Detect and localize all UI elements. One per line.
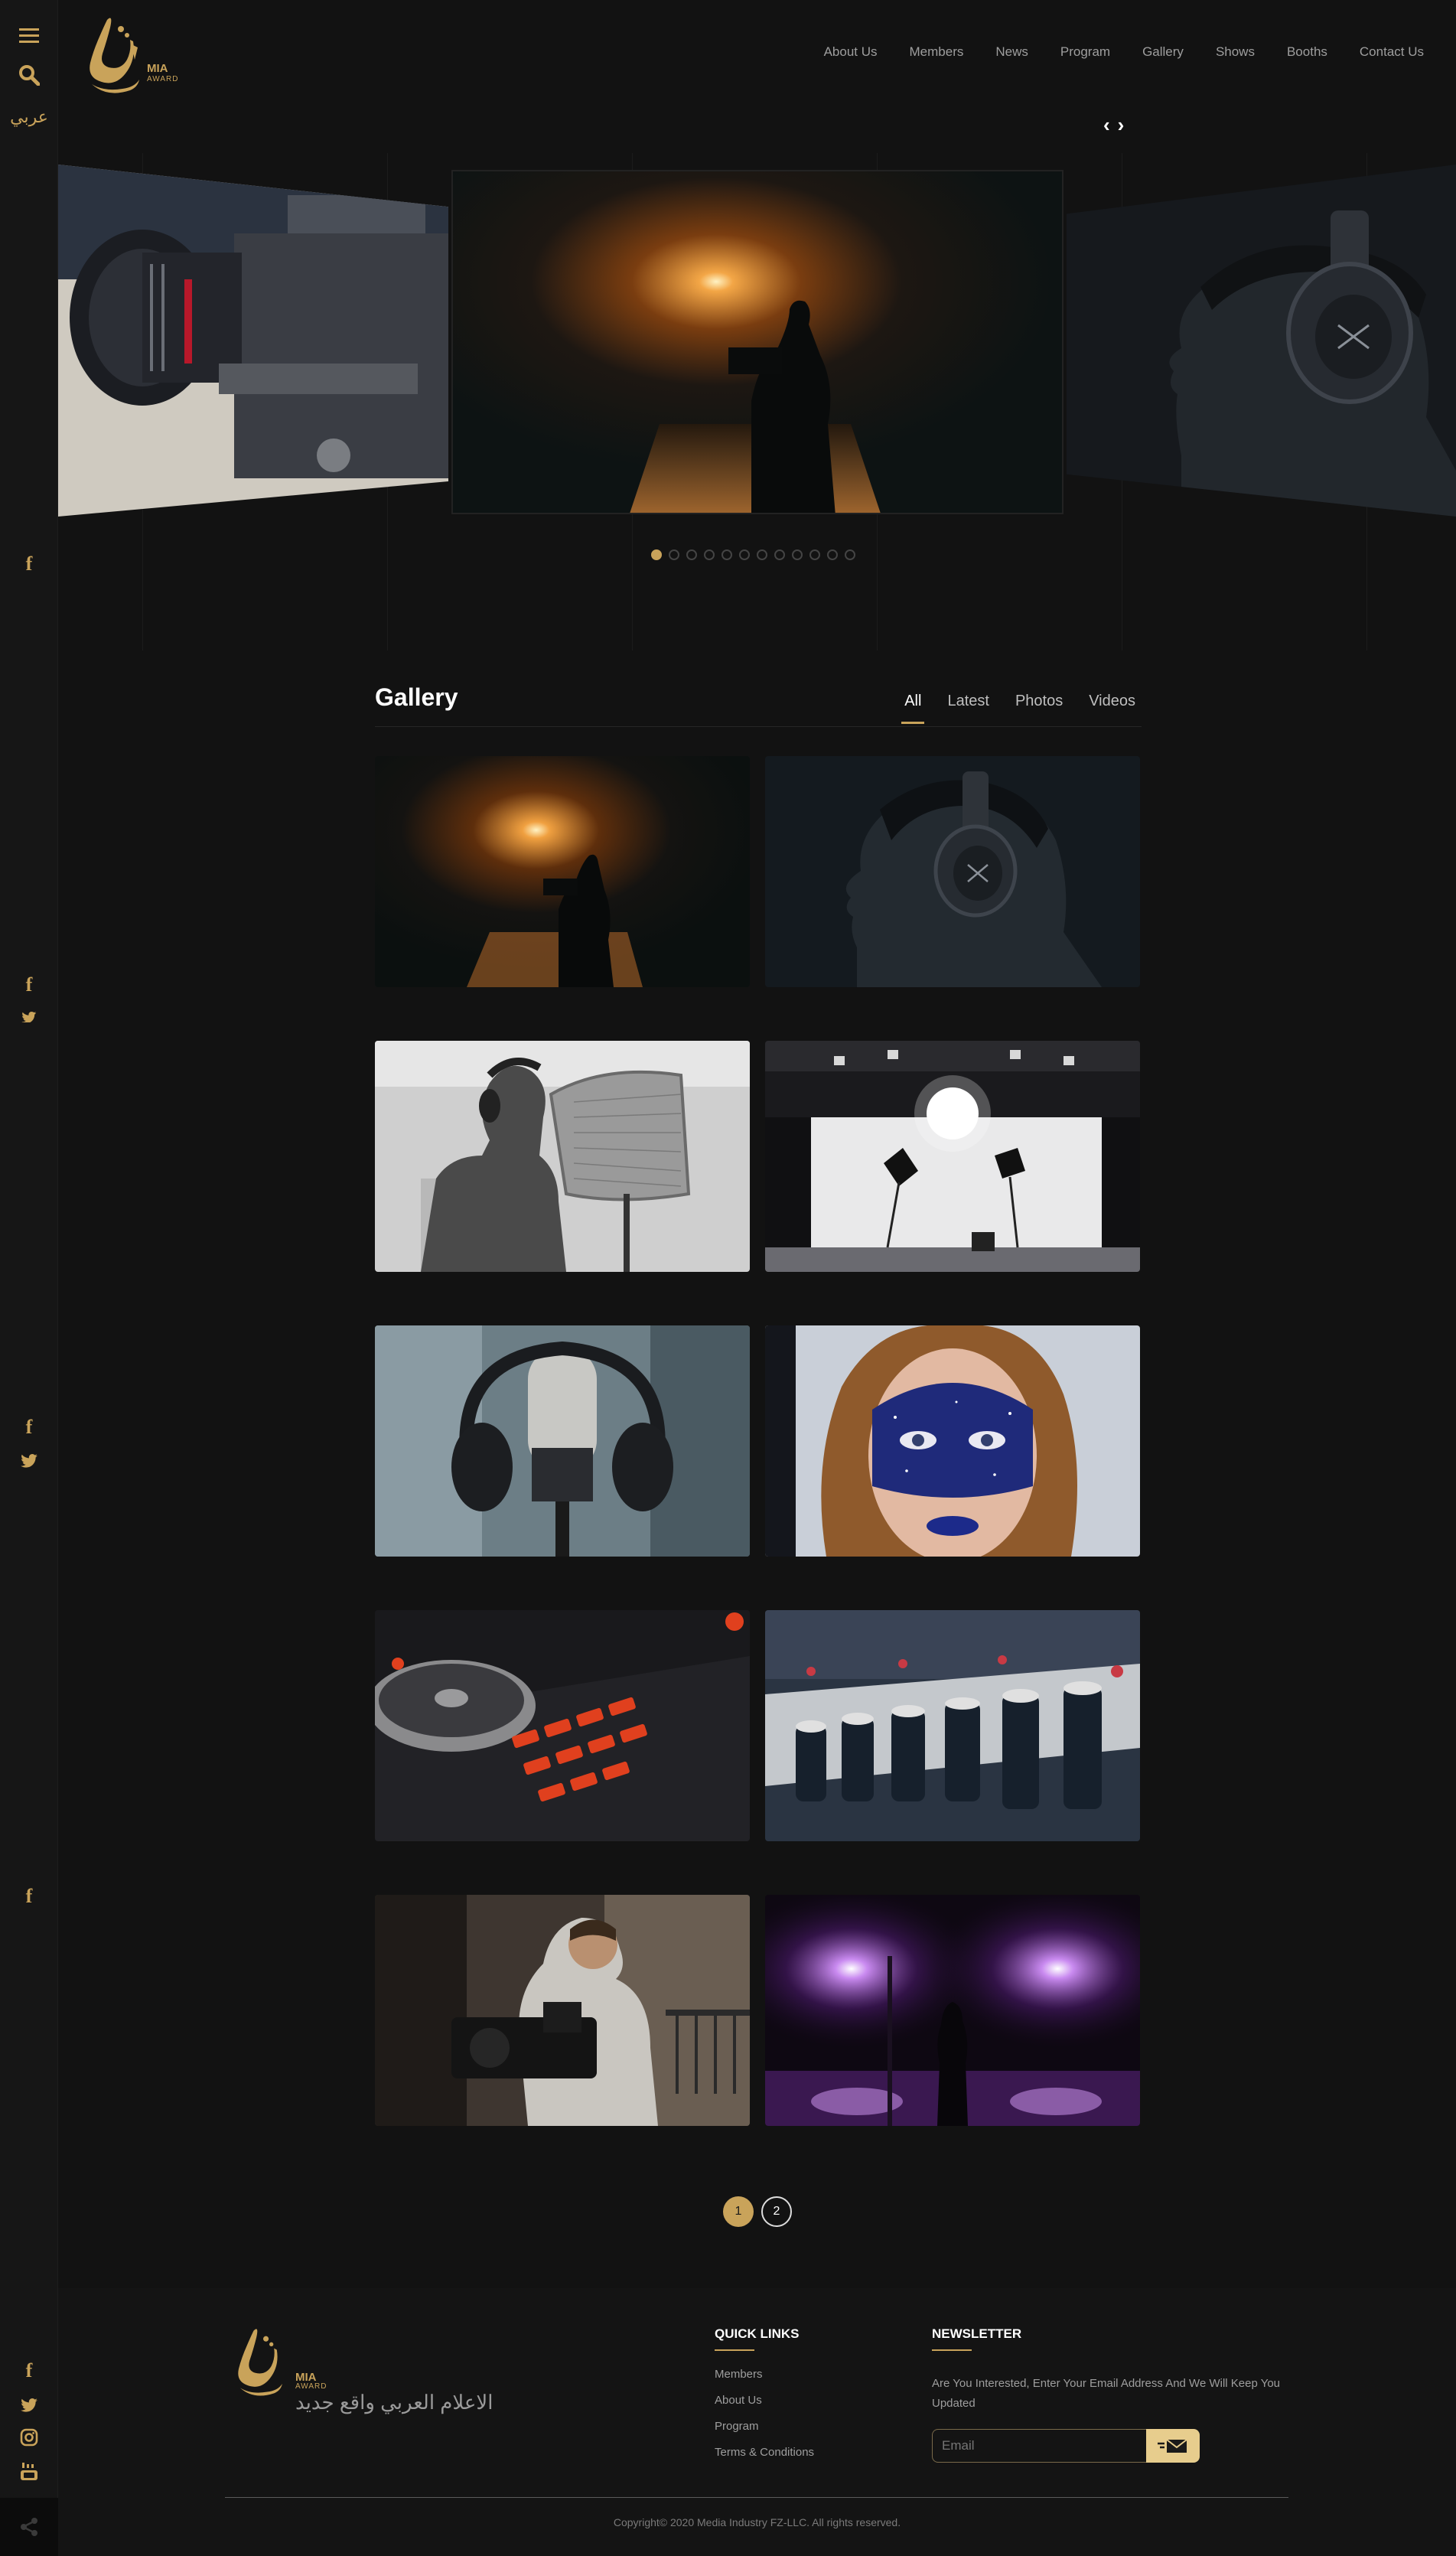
footer-logo[interactable] xyxy=(226,2323,288,2407)
nav-item-members[interactable]: Members xyxy=(910,44,964,60)
gallery-title: Gallery xyxy=(375,683,458,711)
gallery-item-man-singing-at-microphone[interactable] xyxy=(375,1041,750,1272)
nav-item-shows[interactable]: Shows xyxy=(1216,44,1255,60)
slider-dot-8[interactable] xyxy=(774,549,785,560)
youtube-icon[interactable] xyxy=(0,2463,58,2486)
tab-photos[interactable]: Photos xyxy=(1015,693,1063,724)
gallery-item-purple-stage-lights[interactable] xyxy=(765,1895,1140,2126)
search-icon[interactable] xyxy=(0,64,58,90)
hero-slider: ‹› xyxy=(58,0,1456,650)
prev-slide-button[interactable]: ‹ xyxy=(1103,113,1118,136)
footer-divider xyxy=(225,2497,1288,2498)
slider-dot-5[interactable] xyxy=(721,549,732,560)
nav-item-contact-us[interactable]: Contact Us xyxy=(1360,44,1424,60)
slide-man-headphones[interactable] xyxy=(1067,165,1456,517)
gallery-item-silhouette-camera-operator[interactable] xyxy=(375,756,750,987)
tab-videos[interactable]: Videos xyxy=(1089,693,1135,724)
brand-name: MIA xyxy=(147,62,168,75)
twitter-icon[interactable] xyxy=(0,1449,58,1472)
newsletter-email-input[interactable] xyxy=(932,2429,1146,2463)
twitter-icon[interactable] xyxy=(0,1004,58,1027)
slider-dot-9[interactable] xyxy=(792,549,803,560)
next-slide-button[interactable]: › xyxy=(1118,113,1132,136)
newsletter-heading: NEWSLETTER xyxy=(932,2326,1022,2351)
gallery-item-headphones-on-microphone[interactable] xyxy=(375,1325,750,1557)
nav-item-gallery[interactable]: Gallery xyxy=(1142,44,1184,60)
gallery-item-face-paint-portrait[interactable] xyxy=(765,1325,1140,1557)
slider-arrows: ‹› xyxy=(1103,113,1132,137)
footer-brand-subname: AWARD xyxy=(295,2382,327,2391)
slider-dot-6[interactable] xyxy=(739,549,750,560)
slider-dot-3[interactable] xyxy=(686,549,697,560)
tab-latest[interactable]: Latest xyxy=(947,693,989,724)
gallery-header: Gallery All Latest Photos Videos xyxy=(375,677,1142,727)
brand-subname: AWARD xyxy=(147,75,179,83)
gallery-tabs: All Latest Photos Videos xyxy=(878,693,1135,724)
instagram-icon[interactable] xyxy=(0,2428,58,2451)
facebook-icon[interactable]: f xyxy=(0,2359,58,2382)
nav-item-booths[interactable]: Booths xyxy=(1287,44,1327,60)
facebook-icon[interactable]: f xyxy=(0,553,58,575)
footer-link-about-us[interactable]: About Us xyxy=(715,2394,762,2407)
tab-all[interactable]: All xyxy=(901,693,925,724)
gallery-item-man-with-headphones[interactable] xyxy=(765,756,1140,987)
gallery-item-photo-studio-lights[interactable] xyxy=(765,1041,1140,1272)
main-nav: About Us Members News Program Gallery Sh… xyxy=(792,44,1424,60)
gallery-item-dj-controller[interactable] xyxy=(375,1610,750,1841)
slider-dot-2[interactable] xyxy=(669,549,679,560)
footer-link-terms[interactable]: Terms & Conditions xyxy=(715,2446,814,2459)
slider-dot-12[interactable] xyxy=(845,549,855,560)
twitter-icon[interactable] xyxy=(0,2394,58,2417)
slide-camera-operator[interactable] xyxy=(451,170,1063,514)
site-logo[interactable]: MIA AWARD xyxy=(77,14,199,103)
slider-dot-4[interactable] xyxy=(704,549,715,560)
facebook-icon[interactable]: f xyxy=(0,973,58,996)
send-mail-icon xyxy=(1158,2439,1187,2453)
slider-dot-11[interactable] xyxy=(827,549,838,560)
page-2-button[interactable]: 2 xyxy=(761,2196,792,2227)
slider-dot-1[interactable] xyxy=(651,549,662,560)
nav-item-about-us[interactable]: About Us xyxy=(824,44,878,60)
slide-camera-lens[interactable] xyxy=(58,165,448,517)
language-toggle[interactable]: عربي xyxy=(0,106,58,129)
newsletter-send-button[interactable] xyxy=(1146,2429,1200,2463)
slider-dots xyxy=(651,549,855,560)
footer-arabic-tagline: الاعلام العربي واقع جديد xyxy=(295,2391,493,2414)
slider-dot-10[interactable] xyxy=(809,549,820,560)
footer-link-program[interactable]: Program xyxy=(715,2420,759,2433)
slider-dot-7[interactable] xyxy=(757,549,767,560)
footer-link-members[interactable]: Members xyxy=(715,2368,763,2381)
nav-item-program[interactable]: Program xyxy=(1060,44,1110,60)
facebook-icon[interactable]: f xyxy=(0,1416,58,1439)
site-footer: MIA AWARD الاعلام العربي واقع جديد QUICK… xyxy=(58,2288,1456,2556)
hamburger-icon[interactable] xyxy=(0,26,58,49)
copyright-text: Copyright© 2020 Media Industry FZ-LLC. A… xyxy=(613,2516,901,2528)
nav-item-news[interactable]: News xyxy=(995,44,1028,60)
facebook-icon[interactable]: f xyxy=(0,1885,58,1908)
gallery-item-mixing-console[interactable] xyxy=(765,1610,1140,1841)
gallery-item-man-with-camera-rig[interactable] xyxy=(375,1895,750,2126)
quick-links-heading: QUICK LINKS xyxy=(715,2326,800,2351)
newsletter-description: Are You Interested, Enter Your Email Add… xyxy=(932,2377,1281,2410)
left-sidebar: عربي f f f f f xyxy=(0,0,58,2556)
page-1-button[interactable]: 1 xyxy=(723,2196,754,2227)
share-icon[interactable] xyxy=(0,2498,58,2556)
